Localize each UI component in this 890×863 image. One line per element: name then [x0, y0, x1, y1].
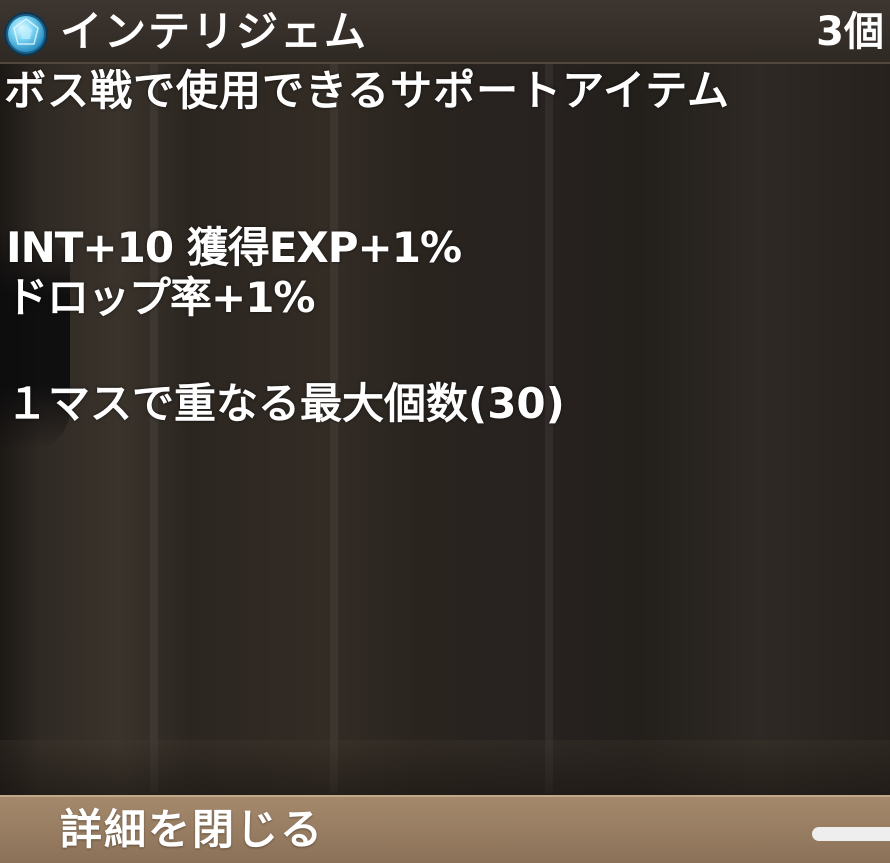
item-description: ボス戦で使用できるサポートアイテム: [4, 66, 730, 115]
item-stats-line-1: INT+10 獲得EXP+1%: [6, 223, 462, 272]
item-stats-line-2: ドロップ率+1%: [6, 273, 315, 322]
max-stack-info: １マスで重なる最大個数(30): [6, 379, 565, 428]
scroll-handle[interactable]: [812, 827, 890, 841]
blue-gem-icon: [2, 10, 50, 58]
background-scene: [0, 0, 890, 863]
item-name: インテリジェム: [60, 7, 369, 56]
background-floor: [0, 740, 890, 795]
item-count: 3個: [816, 9, 884, 55]
item-title-bar: インテリジェム 3個: [0, 0, 890, 64]
close-details-button[interactable]: 詳細を閉じる: [0, 795, 890, 863]
close-details-label: 詳細を閉じる: [60, 805, 325, 854]
